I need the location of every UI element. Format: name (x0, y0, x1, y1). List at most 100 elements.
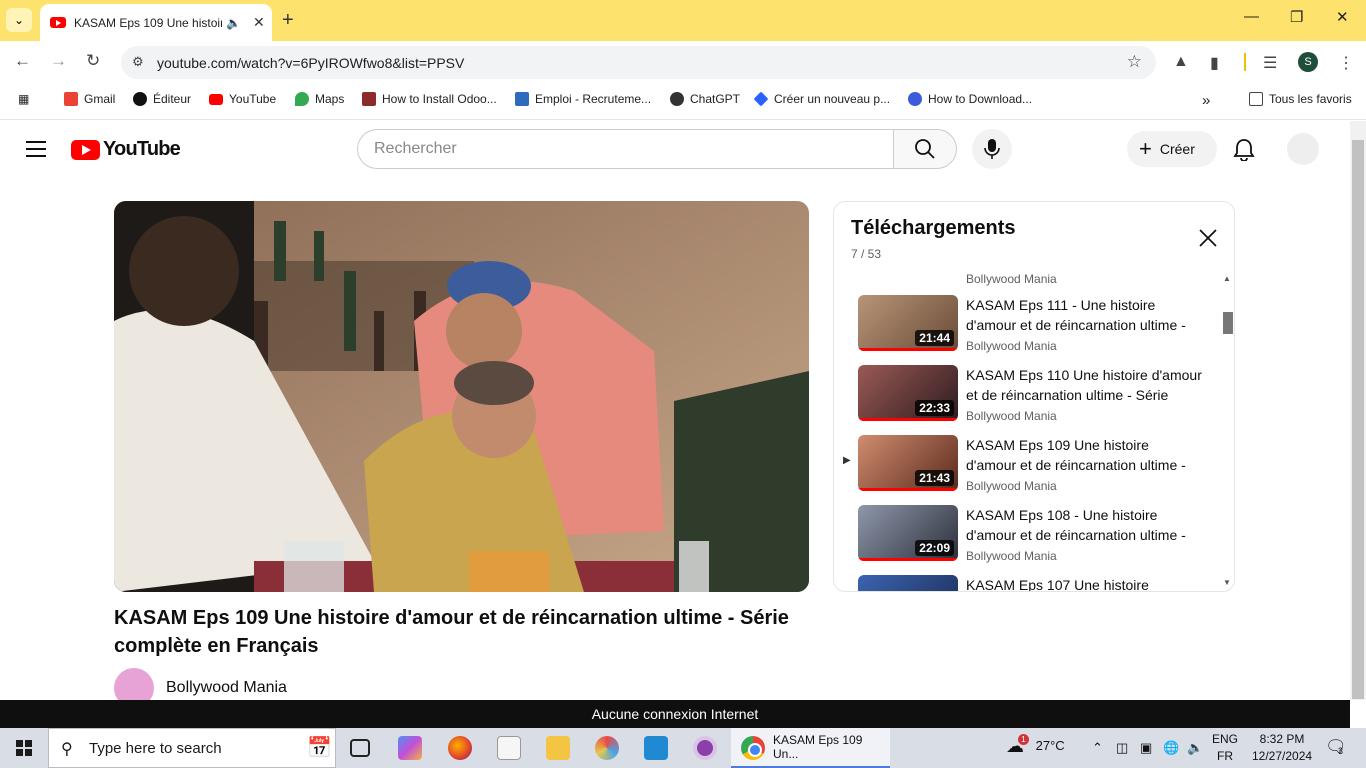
vscode-icon[interactable] (644, 736, 668, 760)
browser-tab-active[interactable]: KASAM Eps 109 Une histoire d'amour 🔈 ✕ (40, 4, 272, 41)
tab-search-button[interactable]: ⌄ (6, 8, 32, 32)
chevron-up-icon[interactable]: ⌃ (1092, 740, 1103, 756)
playlist-item-current[interactable]: ▶ 21:43 KASAM Eps 109 Une histoire d'amo… (834, 435, 1220, 505)
now-playing-icon: ▶ (843, 455, 851, 466)
taskbar-search-input[interactable]: ⚲ Type here to search 📅 (48, 728, 336, 768)
taskbar-chrome-window[interactable]: KASAM Eps 109 Un... (731, 728, 890, 768)
devices-icon[interactable]: ▣ (1140, 740, 1152, 756)
address-bar[interactable]: ⚙ youtube.com/watch?v=6PyIROWfwo8&list=P… (121, 46, 1156, 79)
volume-icon[interactable]: 🔈 (1187, 740, 1203, 756)
search-input[interactable]: Rechercher (357, 129, 894, 169)
reload-icon[interactable]: ↻ (86, 51, 100, 71)
bookmark-emploi[interactable]: Emploi - Recruteme... (515, 92, 651, 106)
back-arrow-icon[interactable]: ← (14, 51, 31, 71)
page-scrollbar-thumb[interactable] (1352, 140, 1364, 699)
taskbar-search-placeholder: Type here to search (89, 739, 222, 757)
apps-grid-icon[interactable]: ▦ (18, 92, 29, 106)
file-explorer-icon[interactable] (546, 736, 570, 760)
system-clock[interactable]: 8:32 PM 12/27/2024 (1252, 731, 1312, 765)
microphone-icon (984, 139, 1000, 159)
bookmark-editeur[interactable]: Éditeur (133, 92, 191, 106)
playlist-scrollbar-thumb[interactable] (1223, 312, 1233, 334)
bookmark-chatgpt[interactable]: ChatGPT (670, 92, 740, 106)
site-info-icon[interactable]: ⚙ (132, 54, 144, 70)
globe-network-icon[interactable]: 🌐 (1163, 740, 1179, 756)
more-menu-icon[interactable]: ⋮ (1338, 53, 1354, 73)
windows-start-icon[interactable] (16, 740, 32, 756)
bookmark-download[interactable]: How to Download... (908, 92, 1032, 106)
playlist-item-title: KASAM Eps 108 - Une histoire d'amour et … (966, 507, 1186, 543)
browser-tab-strip: ⌄ KASAM Eps 109 Une histoire d'amour 🔈 ✕… (0, 0, 1366, 41)
bookmark-maps[interactable]: Maps (295, 92, 344, 106)
bookmark-gmail[interactable]: Gmail (64, 92, 115, 106)
minimize-button[interactable]: — (1244, 8, 1259, 25)
media-app-icon[interactable] (693, 736, 717, 760)
playlist-position: 7 / 53 (851, 247, 882, 261)
bookmark-creer[interactable]: Créer un nouveau p... (753, 91, 891, 107)
playlist-panel: Téléchargements 7 / 53 Bollywood Mania 2… (833, 201, 1235, 592)
task-view-icon[interactable] (350, 739, 370, 757)
weather-widget[interactable]: ☁ 1 27°C (1006, 734, 1065, 757)
weather-badge: 1 (1018, 734, 1029, 745)
media-control-icon[interactable]: ☰ (1263, 53, 1277, 73)
close-tab-icon[interactable]: ✕ (253, 14, 265, 31)
playlist-thumbnail (858, 575, 958, 591)
calendar-app-icon[interactable] (497, 736, 521, 760)
notifications-bell-icon[interactable] (1233, 137, 1255, 161)
copilot-icon[interactable] (398, 736, 422, 760)
gmail-icon (64, 92, 78, 106)
bookmark-odoo[interactable]: How to Install Odoo... (362, 92, 497, 106)
playlist-item[interactable]: 21:44 KASAM Eps 111 - Une histoire d'amo… (834, 295, 1220, 365)
profile-avatar[interactable]: S (1298, 52, 1318, 72)
restore-button[interactable]: ❐ (1290, 8, 1303, 26)
paint-app-icon[interactable] (595, 736, 619, 760)
playlist-item-channel: Bollywood Mania (966, 479, 1057, 493)
playlist-title[interactable]: Téléchargements (851, 217, 1016, 240)
playlist-scrollbar[interactable]: ▲ ▼ (1220, 274, 1234, 590)
video-player[interactable] (114, 201, 809, 592)
network-adapter-icon[interactable]: ◫ (1116, 740, 1128, 756)
extension-icon[interactable]: ▲ (1173, 53, 1189, 71)
youtube-logo[interactable]: YouTube (71, 138, 181, 161)
editeur-icon (133, 92, 147, 106)
maps-pin-icon (295, 92, 309, 106)
url-text[interactable]: youtube.com/watch?v=6PyIROWfwo8&list=PPS… (157, 55, 464, 71)
bookmark-youtube[interactable]: YouTube (209, 92, 276, 106)
scroll-down-icon[interactable]: ▼ (1223, 578, 1231, 587)
puzzle-extensions-icon[interactable]: ▮ (1210, 53, 1219, 73)
bookmark-label: Créer un nouveau p... (774, 92, 891, 106)
plus-icon: + (1139, 136, 1152, 161)
new-tab-button[interactable]: + (282, 9, 294, 32)
youtube-header: YouTube Rechercher + Créer (0, 121, 1350, 177)
forward-arrow-icon[interactable]: → (50, 51, 67, 71)
bookmark-star-icon[interactable]: ☆ (1127, 52, 1142, 72)
bookmark-label: Maps (315, 92, 345, 106)
firefox-icon[interactable] (448, 736, 472, 760)
diamond-icon (753, 91, 769, 107)
hamburger-menu-icon[interactable] (26, 141, 46, 162)
playlist-thumbnail: 21:43 (858, 435, 958, 491)
channel-name[interactable]: Bollywood Mania (166, 679, 287, 697)
all-bookmarks-button[interactable]: Tous les favoris (1249, 92, 1352, 106)
scroll-up-icon[interactable]: ▲ (1223, 274, 1231, 283)
playlist-item[interactable]: 22:09 KASAM Eps 108 - Une histoire d'amo… (834, 505, 1220, 575)
playlist-item[interactable]: KASAM Eps 107 Une histoire (834, 575, 1220, 591)
voice-search-button[interactable] (972, 129, 1012, 169)
close-icon[interactable] (1198, 228, 1218, 248)
user-avatar[interactable] (1287, 133, 1319, 165)
youtube-logo-text: YouTube (103, 138, 181, 160)
search-button[interactable] (893, 129, 957, 169)
bookmark-label: YouTube (229, 92, 277, 106)
playlist-item-title: KASAM Eps 111 - Une histoire d'amour et … (966, 297, 1186, 333)
create-button[interactable]: + Créer (1127, 131, 1217, 167)
playlist-item[interactable]: Bollywood Mania (834, 268, 1220, 286)
playlist-item-channel: Bollywood Mania (966, 409, 1057, 423)
playlist-item[interactable]: 22:33 KASAM Eps 110 Une histoire d'amour… (834, 365, 1220, 435)
notification-center-icon[interactable]: 🗨 (1325, 737, 1347, 757)
speaker-icon[interactable]: 🔈 (226, 16, 241, 30)
youtube-favicon-icon (50, 17, 66, 28)
language-indicator[interactable]: ENG FR (1212, 731, 1238, 765)
bookmark-label: Emploi - Recruteme... (535, 92, 652, 106)
close-window-button[interactable]: ✕ (1336, 8, 1349, 26)
bookmarks-overflow-button[interactable]: » (1202, 92, 1210, 109)
